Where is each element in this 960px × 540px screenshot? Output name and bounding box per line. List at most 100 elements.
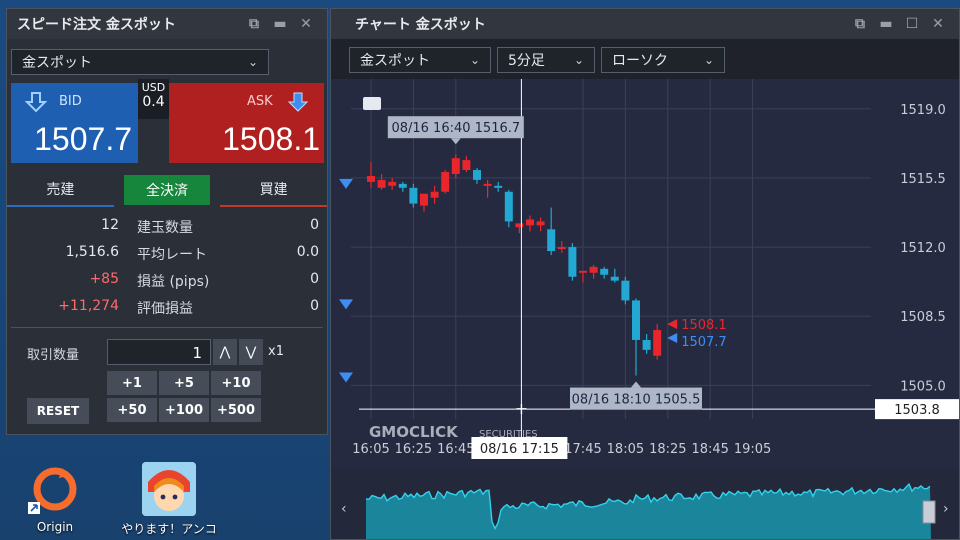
symbol-select[interactable]: 金スポット ⌄ xyxy=(11,49,269,75)
stat-right-value: 0.0 xyxy=(296,244,319,260)
x-tick-label: 16:05 xyxy=(352,442,389,457)
bid-arrow-icon xyxy=(25,92,47,113)
stat-right-value: 0 xyxy=(310,271,319,287)
x-tick-label: 17:45 xyxy=(564,442,601,457)
stat-row-avg-rate: 1,516.6 平均レート 0.0 xyxy=(7,244,327,271)
interval-select[interactable]: 5分足 ⌄ xyxy=(497,47,595,73)
divider xyxy=(11,327,323,328)
chevron-up-icon: ⋀ xyxy=(219,344,231,360)
close-icon[interactable]: ✕ xyxy=(927,13,949,35)
candle-body xyxy=(515,223,524,228)
tab-buy[interactable]: 買建 xyxy=(220,173,328,207)
spread-value: 0.4 xyxy=(142,94,165,110)
candle-body xyxy=(557,247,566,250)
qty-up-button[interactable]: ⋀ xyxy=(213,339,237,365)
navigator-handle xyxy=(922,500,936,524)
desktop-icon-anko[interactable]: やります！アンコちゃ xyxy=(119,462,219,540)
candle-body xyxy=(547,229,556,252)
maximize-icon[interactable]: ☐ xyxy=(901,13,923,35)
chevron-down-icon: ⌄ xyxy=(703,53,714,67)
position-tabs: 売建 全決済 買建 xyxy=(7,173,328,207)
candlestick-chart[interactable]: 1519.0 1515.5 1512.0 1508.5 1505.0 16:05 16:25… xyxy=(331,79,959,469)
interval-value: 5分足 xyxy=(508,53,545,69)
tab-close-all[interactable]: 全決済 xyxy=(114,173,221,207)
ask-marker-icon xyxy=(667,319,678,330)
inc-1-button[interactable]: +1 xyxy=(107,371,157,395)
candle-body xyxy=(589,266,598,273)
inc-10-button[interactable]: +10 xyxy=(211,371,261,395)
chart-type-value: ローソク xyxy=(612,53,668,69)
speed-order-window: スピード注文 金スポット ⧉ ▬ ✕ 金スポット ⌄ BID 1507.7 US… xyxy=(6,8,328,435)
speed-order-titlebar[interactable]: スピード注文 金スポット ⧉ ▬ ✕ xyxy=(7,9,327,39)
origin-icon xyxy=(28,462,82,516)
candle-body xyxy=(430,191,439,198)
minimize-icon[interactable]: ▬ xyxy=(875,13,897,35)
candle-body xyxy=(632,300,640,340)
ask-button[interactable]: ASK 1508.1 xyxy=(169,83,324,163)
inc-5-button[interactable]: +5 xyxy=(159,371,209,395)
candle-body xyxy=(377,179,386,188)
chart-titlebar[interactable]: チャート 金スポット ⧉ ▬ ☐ ✕ xyxy=(331,9,959,39)
x-tick-label: 18:45 xyxy=(691,442,728,457)
qty-down-button[interactable]: ⋁ xyxy=(239,339,263,365)
window-title: スピード注文 金スポット xyxy=(17,17,176,33)
candle-body xyxy=(441,171,450,192)
candle-body xyxy=(600,268,609,275)
stat-label: 平均レート xyxy=(137,247,207,263)
x-tick-label: 16:45 xyxy=(437,442,474,457)
candle-body xyxy=(504,191,513,222)
popout-icon[interactable]: ⧉ xyxy=(849,13,871,35)
popout-icon[interactable]: ⧉ xyxy=(243,13,265,35)
candle-body xyxy=(462,160,471,171)
tab-sell[interactable]: 売建 xyxy=(7,173,114,207)
reset-button[interactable]: RESET xyxy=(27,398,89,424)
stat-right-value: 0 xyxy=(310,298,319,314)
tooltip-high-text: 08/16 16:40 1516.7 xyxy=(391,121,520,136)
candle-body xyxy=(473,170,481,180)
desktop-icon-origin[interactable]: Origin xyxy=(5,462,105,534)
qty-label: 取引数量 xyxy=(27,348,80,363)
close-icon[interactable]: ✕ xyxy=(295,13,317,35)
icon-label: Origin xyxy=(36,520,74,534)
game-icon xyxy=(142,462,196,516)
candle-body xyxy=(409,187,418,204)
inc-500-button[interactable]: +500 xyxy=(211,398,261,422)
chart-plot-area[interactable]: 1519.0 1515.5 1512.0 1508.5 1505.0 16:05 16:25… xyxy=(331,79,959,469)
icon-label: やります！アンコちゃ xyxy=(121,522,217,540)
x-tick-label: 18:25 xyxy=(649,442,686,457)
inc-50-button[interactable]: +50 xyxy=(107,398,157,422)
navigator-chart: ‹ › xyxy=(341,482,949,539)
candle-body xyxy=(653,330,662,356)
bid-marker-icon xyxy=(667,333,678,344)
candle-body xyxy=(621,280,630,301)
crosshair-time-value: 08/16 17:15 xyxy=(480,442,559,457)
candle-body xyxy=(494,185,503,188)
chevron-down-icon: ⌄ xyxy=(573,53,584,67)
spread-display: USD 0.4 xyxy=(138,79,169,119)
chart-symbol-select[interactable]: 金スポット ⌄ xyxy=(349,47,491,73)
ask-arrow-icon xyxy=(287,92,309,112)
x-tick-label: 19:05 xyxy=(734,442,771,457)
candle-body xyxy=(579,270,587,273)
qty-input[interactable]: 1 xyxy=(107,339,211,365)
bid-price: 1507.7 xyxy=(34,121,132,157)
x-tick-label: 18:05 xyxy=(607,442,644,457)
navigator-panel[interactable]: ‹ › xyxy=(331,469,959,539)
stat-label: 損益 (pips) xyxy=(137,274,210,290)
chart-type-select[interactable]: ローソク ⌄ xyxy=(601,47,725,73)
stat-left-value: 1,516.6 xyxy=(65,244,119,260)
minimize-icon[interactable]: ▬ xyxy=(269,13,291,35)
stat-left-value: 12 xyxy=(101,217,119,233)
inc-100-button[interactable]: +100 xyxy=(159,398,209,422)
stat-row-position-qty: 12 建玉数量 0 xyxy=(7,217,327,244)
candle-body xyxy=(367,175,375,182)
ask-price: 1508.1 xyxy=(222,121,320,157)
candle-body xyxy=(451,158,460,174)
window-title: チャート 金スポット xyxy=(355,17,486,33)
bid-label: BID xyxy=(59,94,82,109)
y-tick-label: 1508.5 xyxy=(900,310,946,325)
crosshair-price-value: 1503.8 xyxy=(894,403,940,418)
tooltip-pointer xyxy=(450,138,461,145)
y-tick-label: 1519.0 xyxy=(900,103,946,118)
bid-button[interactable]: BID 1507.7 xyxy=(11,83,138,163)
